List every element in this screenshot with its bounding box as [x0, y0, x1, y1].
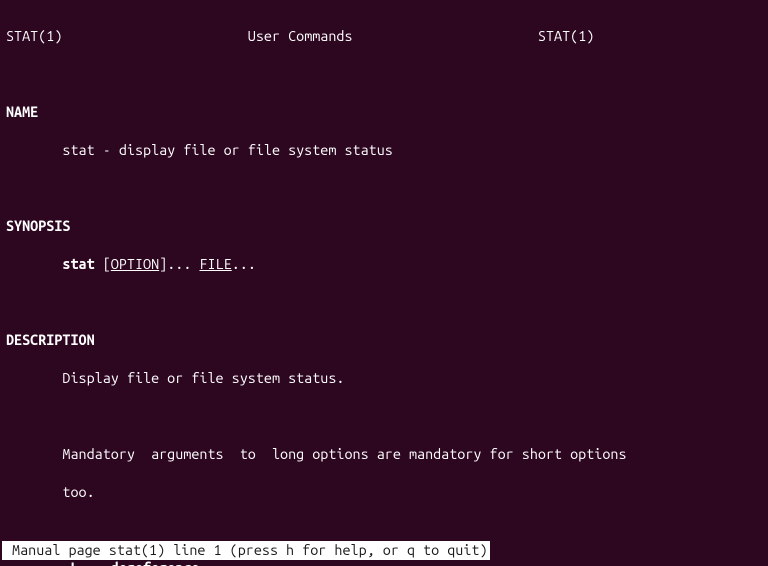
desc-mandatory-l2: too.: [6, 483, 762, 502]
synopsis-cmd: stat: [62, 256, 94, 272]
name-text: stat - display file or file system statu…: [62, 142, 392, 158]
pager-status-line[interactable]: Manual page stat(1) line 1 (press h for …: [2, 541, 490, 560]
man-header: STAT(1) User Commands STAT(1): [6, 27, 762, 46]
blank-line: [6, 521, 762, 540]
blank-line: [6, 65, 762, 84]
desc-intro-line: Display file or file system status.: [6, 369, 762, 388]
name-line: stat - display file or file system statu…: [6, 141, 762, 160]
header-left: STAT(1): [6, 28, 62, 44]
option-L-long: --dereference: [95, 560, 200, 566]
bracket-open: [: [103, 256, 111, 272]
synopsis-file: FILE: [199, 256, 231, 272]
blank-line: [6, 179, 762, 198]
option-ellipsis: ...: [167, 256, 191, 272]
synopsis-option: OPTION: [111, 256, 159, 272]
file-ellipsis: ...: [232, 256, 256, 272]
synopsis-line: stat [OPTION]... FILE...: [6, 255, 762, 274]
option-L-short: -L: [62, 560, 78, 566]
option-L-line: -L, --dereference: [6, 559, 762, 566]
desc-mandatory-l1: Mandatory arguments to long options are …: [6, 445, 762, 464]
bracket-close: ]: [159, 256, 167, 272]
section-synopsis-heading: SYNOPSIS: [6, 217, 762, 236]
header-right: STAT(1): [538, 28, 594, 44]
blank-line: [6, 293, 762, 312]
section-name-heading: NAME: [6, 103, 762, 122]
blank-line: [6, 407, 762, 426]
desc-intro-text: Display file or file system status.: [62, 370, 344, 386]
man-page-screen[interactable]: STAT(1) User Commands STAT(1) NAME stat …: [0, 0, 768, 566]
header-center: User Commands: [248, 28, 353, 44]
section-description-heading: DESCRIPTION: [6, 331, 762, 350]
